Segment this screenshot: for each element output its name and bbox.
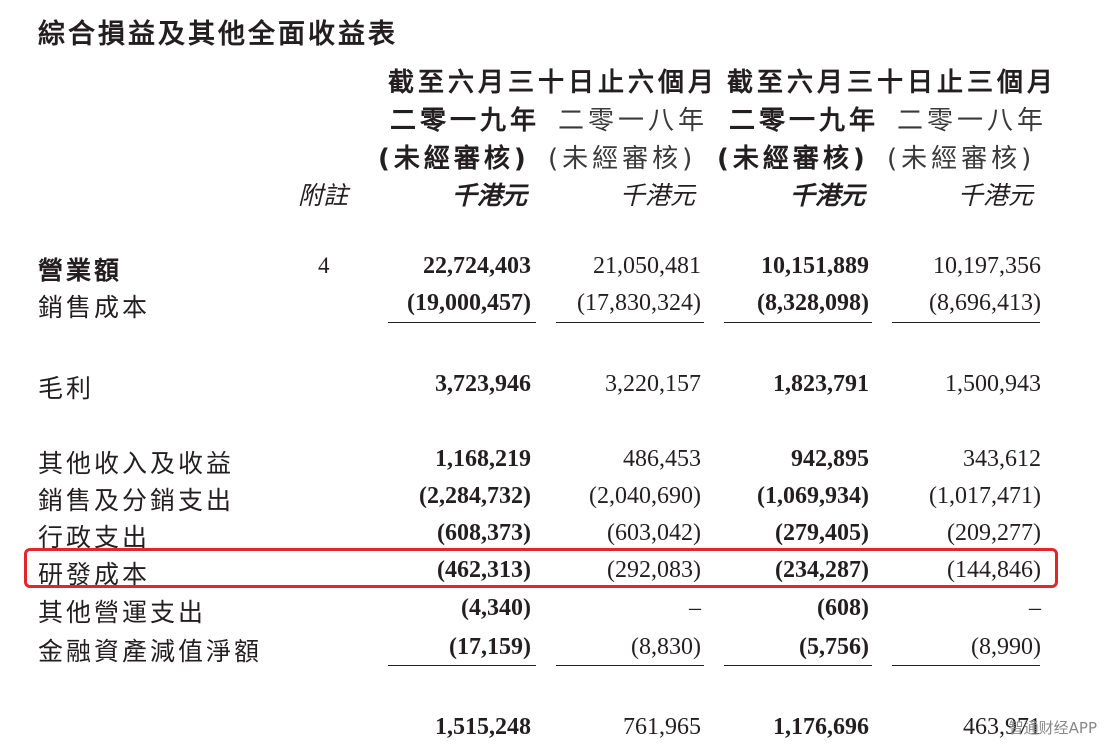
value-6m-2018: (17,830,324) [577, 290, 701, 316]
header-3m-2019-unaudited: (未經審核) [717, 144, 869, 174]
header-6m-2019: 二零一九年 [390, 106, 541, 136]
statement-title: 綜合損益及其他全面收益表 [38, 19, 398, 50]
watermark: 智通财经APP [1008, 719, 1097, 737]
header-6m-2018: 二零一八年 [558, 106, 709, 136]
table-row-other-income: 其他收入及收益 1,168,219 486,453 942,895 343,61… [0, 444, 1107, 480]
value-6m-2018: (8,830) [631, 634, 701, 660]
row-label: 銷售成本 [38, 293, 151, 322]
row-label: 金融資產減值淨額 [38, 637, 263, 666]
header-note: 附註 [298, 181, 349, 210]
value-3m-2018: 10,197,356 [933, 253, 1041, 279]
unit-3m-2019: 千港元 [790, 181, 866, 210]
value-3m-2018: (209,277) [947, 520, 1041, 546]
table-row-subtotal: 1,515,248 761,965 1,176,696 463,971 [0, 712, 1107, 748]
underline [556, 322, 704, 323]
underline [892, 322, 1040, 323]
header-3m-2018: 二零一八年 [897, 106, 1048, 136]
underline [556, 665, 704, 666]
value-3m-2019: (1,069,934) [757, 483, 869, 509]
value-6m-2019: 22,724,403 [423, 253, 531, 279]
value-3m-2018: – [1029, 595, 1041, 621]
value-6m-2018: (603,042) [607, 520, 701, 546]
value-3m-2019: (279,405) [775, 520, 869, 546]
header-six-months: 截至六月三十日止六個月 [388, 68, 719, 98]
value-6m-2019: 1,515,248 [435, 714, 531, 740]
underline [388, 322, 536, 323]
underline [724, 322, 872, 323]
table-row-other-operating-expenses: 其他營運支出 (4,340) – (608) – [0, 593, 1107, 629]
value-3m-2019: 1,823,791 [773, 371, 869, 397]
value-6m-2018: (2,040,690) [589, 483, 701, 509]
row-label: 銷售及分銷支出 [38, 486, 235, 515]
unit-3m-2018: 千港元 [958, 181, 1034, 210]
value-6m-2018: 21,050,481 [593, 253, 701, 279]
header-3m-2018-unaudited: (未經審核) [887, 144, 1036, 174]
table-row-gross-profit: 毛利 3,723,946 3,220,157 1,823,791 1,500,9… [0, 369, 1107, 405]
value-6m-2019: (4,340) [461, 595, 531, 621]
value-3m-2018: (8,696,413) [929, 290, 1041, 316]
header-three-months: 截至六月三十日止三個月 [727, 68, 1058, 98]
table-row-selling-expenses: 銷售及分銷支出 (2,284,732) (2,040,690) (1,069,9… [0, 481, 1107, 517]
underline [724, 665, 872, 666]
row-label: 毛利 [38, 374, 95, 403]
value-3m-2019: 10,151,889 [761, 253, 869, 279]
value-6m-2019: (19,000,457) [407, 290, 531, 316]
header-6m-2018-unaudited: (未經審核) [548, 144, 697, 174]
row-label: 營業額 [38, 256, 123, 285]
value-3m-2018: (1,017,471) [929, 483, 1041, 509]
value-6m-2018: – [689, 595, 701, 621]
value-3m-2019: 942,895 [791, 446, 869, 472]
table-row-impairment: 金融資產減值淨額 (17,159) (8,830) (5,756) (8,990… [0, 632, 1107, 668]
value-3m-2019: (608) [817, 595, 869, 621]
value-3m-2018: 1,500,943 [945, 371, 1041, 397]
highlight-box [24, 548, 1058, 588]
unit-6m-2018: 千港元 [620, 181, 696, 210]
value-6m-2019: 1,168,219 [435, 446, 531, 472]
value-6m-2019: (17,159) [449, 634, 531, 660]
underline [388, 665, 536, 666]
value-6m-2019: 3,723,946 [435, 371, 531, 397]
header-6m-2019-unaudited: (未經審核) [378, 144, 530, 174]
value-3m-2019: (8,328,098) [757, 290, 869, 316]
value-3m-2019: (5,756) [799, 634, 869, 660]
value-3m-2018: (8,990) [971, 634, 1041, 660]
value-3m-2018: 343,612 [963, 446, 1041, 472]
row-note: 4 [318, 253, 330, 278]
value-6m-2018: 486,453 [623, 446, 701, 472]
row-label: 其他營運支出 [38, 598, 207, 627]
row-label: 其他收入及收益 [38, 449, 235, 478]
table-row-revenue: 營業額 4 22,724,403 21,050,481 10,151,889 1… [0, 251, 1107, 287]
value-6m-2018: 761,965 [623, 714, 701, 740]
underline [892, 665, 1040, 666]
header-3m-2019: 二零一九年 [729, 106, 880, 136]
value-6m-2018: 3,220,157 [605, 371, 701, 397]
value-3m-2019: 1,176,696 [773, 714, 869, 740]
unit-6m-2019: 千港元 [452, 181, 528, 210]
value-6m-2019: (608,373) [437, 520, 531, 546]
table-row-cost-of-sales: 銷售成本 (19,000,457) (17,830,324) (8,328,09… [0, 288, 1107, 324]
value-6m-2019: (2,284,732) [419, 483, 531, 509]
